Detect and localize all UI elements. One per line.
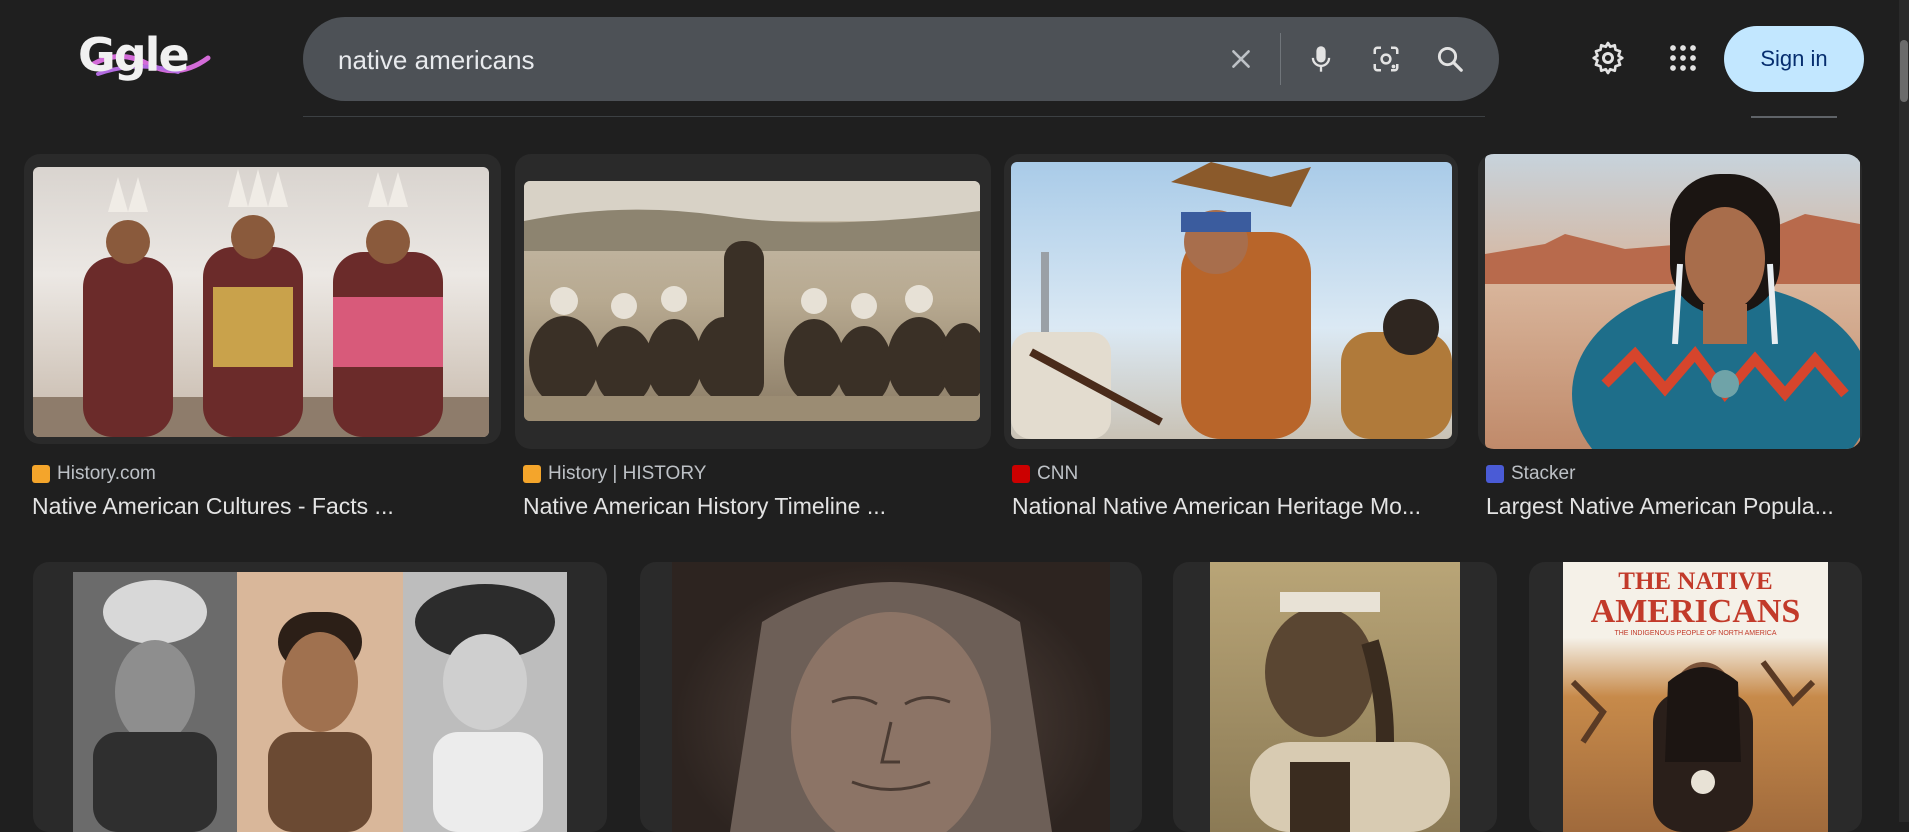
result-image[interactable]: [672, 562, 1110, 832]
result-image[interactable]: [1485, 154, 1860, 449]
google-doodle-logo[interactable]: Ggle: [78, 28, 238, 88]
result-source[interactable]: Stacker: [1486, 463, 1575, 485]
cover-title: THE NATIVE AMERICANS: [1563, 568, 1828, 629]
image-result-card[interactable]: History.com Native American Cultures - F…: [24, 154, 501, 524]
image-frame: [640, 562, 1142, 832]
cover-title-line2: AMERICANS: [1590, 593, 1801, 630]
image-frame: [1004, 154, 1458, 449]
result-source[interactable]: CNN: [1012, 463, 1078, 485]
header-tab-indicator: [1751, 116, 1837, 118]
header: Ggle Sign in: [0, 0, 1909, 120]
microphone-icon[interactable]: [1301, 39, 1341, 79]
image-frame: [33, 562, 607, 832]
image-result-card[interactable]: CNN National Native American Heritage Mo…: [1004, 154, 1458, 524]
cover-subtitle: THE INDIGENOUS PEOPLE OF NORTH AMERICA: [1614, 630, 1777, 637]
favicon-icon: [32, 465, 50, 483]
result-source[interactable]: History | HISTORY: [523, 463, 706, 485]
result-source[interactable]: History.com: [32, 463, 156, 485]
image-result-card[interactable]: [640, 562, 1142, 832]
cover-title-line1: THE NATIVE: [1618, 568, 1773, 595]
favicon-icon: [1486, 465, 1504, 483]
gear-icon[interactable]: [1586, 36, 1630, 80]
sign-in-button[interactable]: Sign in: [1724, 26, 1864, 92]
result-image[interactable]: [1011, 162, 1452, 439]
image-frame: [1173, 562, 1497, 832]
image-frame: [1478, 154, 1862, 449]
source-name: Stacker: [1511, 463, 1576, 484]
source-name: History | HISTORY: [548, 463, 707, 484]
favicon-icon: [1012, 465, 1030, 483]
search-divider: [1280, 33, 1281, 85]
result-title[interactable]: Largest Native American Popula...: [1486, 493, 1856, 520]
image-result-card[interactable]: THE NATIVE AMERICANS THE INDIGENOUS PEOP…: [1529, 562, 1862, 832]
logo-text: Ggle: [78, 28, 190, 82]
search-icon[interactable]: [1430, 39, 1470, 79]
result-image[interactable]: [73, 572, 567, 832]
result-image[interactable]: [1210, 562, 1460, 832]
image-frame: [515, 154, 991, 449]
source-name: CNN: [1037, 463, 1079, 484]
result-title[interactable]: Native American History Timeline ...: [523, 493, 983, 520]
scrollbar-thumb[interactable]: [1900, 40, 1908, 102]
favicon-icon: [523, 465, 541, 483]
image-result-card[interactable]: [33, 562, 607, 832]
image-result-card[interactable]: Stacker Largest Native American Popula..…: [1478, 154, 1862, 524]
close-icon[interactable]: [1221, 39, 1261, 79]
book-cover-image[interactable]: THE NATIVE AMERICANS THE INDIGENOUS PEOP…: [1563, 562, 1828, 832]
apps-grid-icon[interactable]: [1661, 36, 1705, 80]
source-name: History.com: [57, 463, 156, 484]
result-title[interactable]: Native American Cultures - Facts ...: [32, 493, 492, 520]
result-image[interactable]: [524, 181, 980, 421]
header-divider: [303, 116, 1485, 117]
result-title[interactable]: National Native American Heritage Mo...: [1012, 493, 1452, 520]
image-frame: THE NATIVE AMERICANS THE INDIGENOUS PEOP…: [1529, 562, 1862, 832]
scrollbar[interactable]: [1899, 0, 1909, 822]
camera-lens-icon[interactable]: [1366, 39, 1406, 79]
image-result-card[interactable]: History | HISTORY Native American Histor…: [515, 154, 991, 524]
image-result-card[interactable]: [1173, 562, 1497, 832]
search-input[interactable]: [336, 35, 1200, 85]
image-frame: [24, 154, 501, 444]
result-image[interactable]: [33, 167, 489, 437]
search-box[interactable]: [303, 17, 1499, 101]
